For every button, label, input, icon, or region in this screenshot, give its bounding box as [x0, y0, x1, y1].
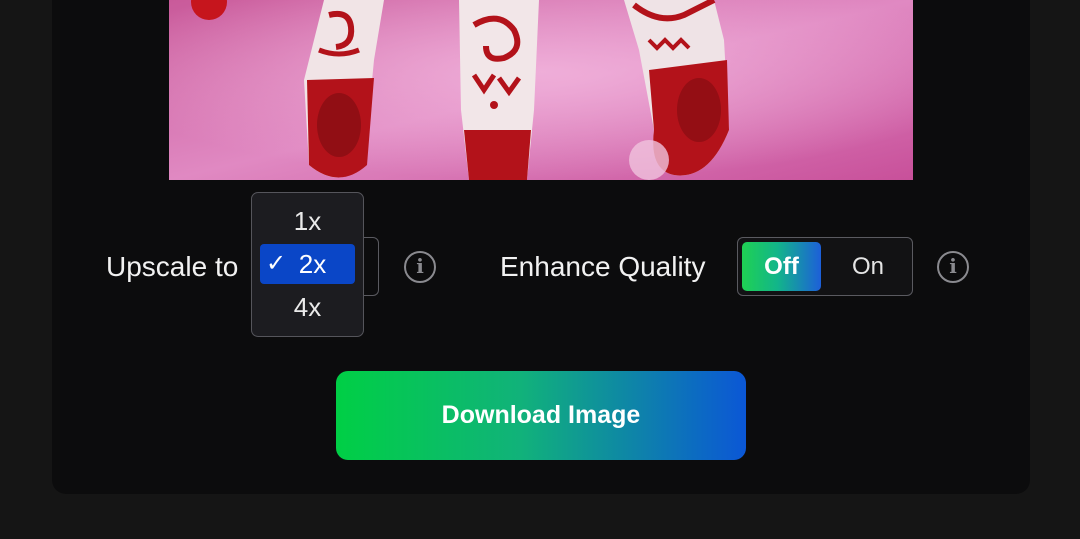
- upscale-option-1x[interactable]: 1x: [260, 201, 355, 241]
- upscale-label: Upscale to: [106, 251, 239, 282]
- option-label: 2x: [298, 249, 327, 279]
- upscale-dropdown-menu[interactable]: 1x ✓ 2x 4x: [251, 192, 364, 337]
- option-label: 1x: [293, 206, 322, 236]
- enhance-quality-toggle[interactable]: Off On: [737, 237, 913, 296]
- enhance-quality-label: Enhance Quality: [500, 251, 706, 282]
- option-label: 4x: [293, 292, 322, 322]
- upscale-option-2x[interactable]: ✓ 2x: [260, 244, 355, 284]
- image-preview: [169, 0, 913, 180]
- enhance-info-icon[interactable]: i: [937, 251, 969, 283]
- toggle-off-option[interactable]: Off: [742, 242, 821, 291]
- checkmark-icon: ✓: [266, 250, 287, 277]
- upscale-info-icon[interactable]: i: [404, 251, 436, 283]
- upscale-option-4x[interactable]: 4x: [260, 287, 355, 327]
- download-image-button[interactable]: Download Image: [336, 371, 746, 460]
- preview-image: [169, 0, 913, 180]
- toggle-on-option[interactable]: On: [826, 242, 910, 291]
